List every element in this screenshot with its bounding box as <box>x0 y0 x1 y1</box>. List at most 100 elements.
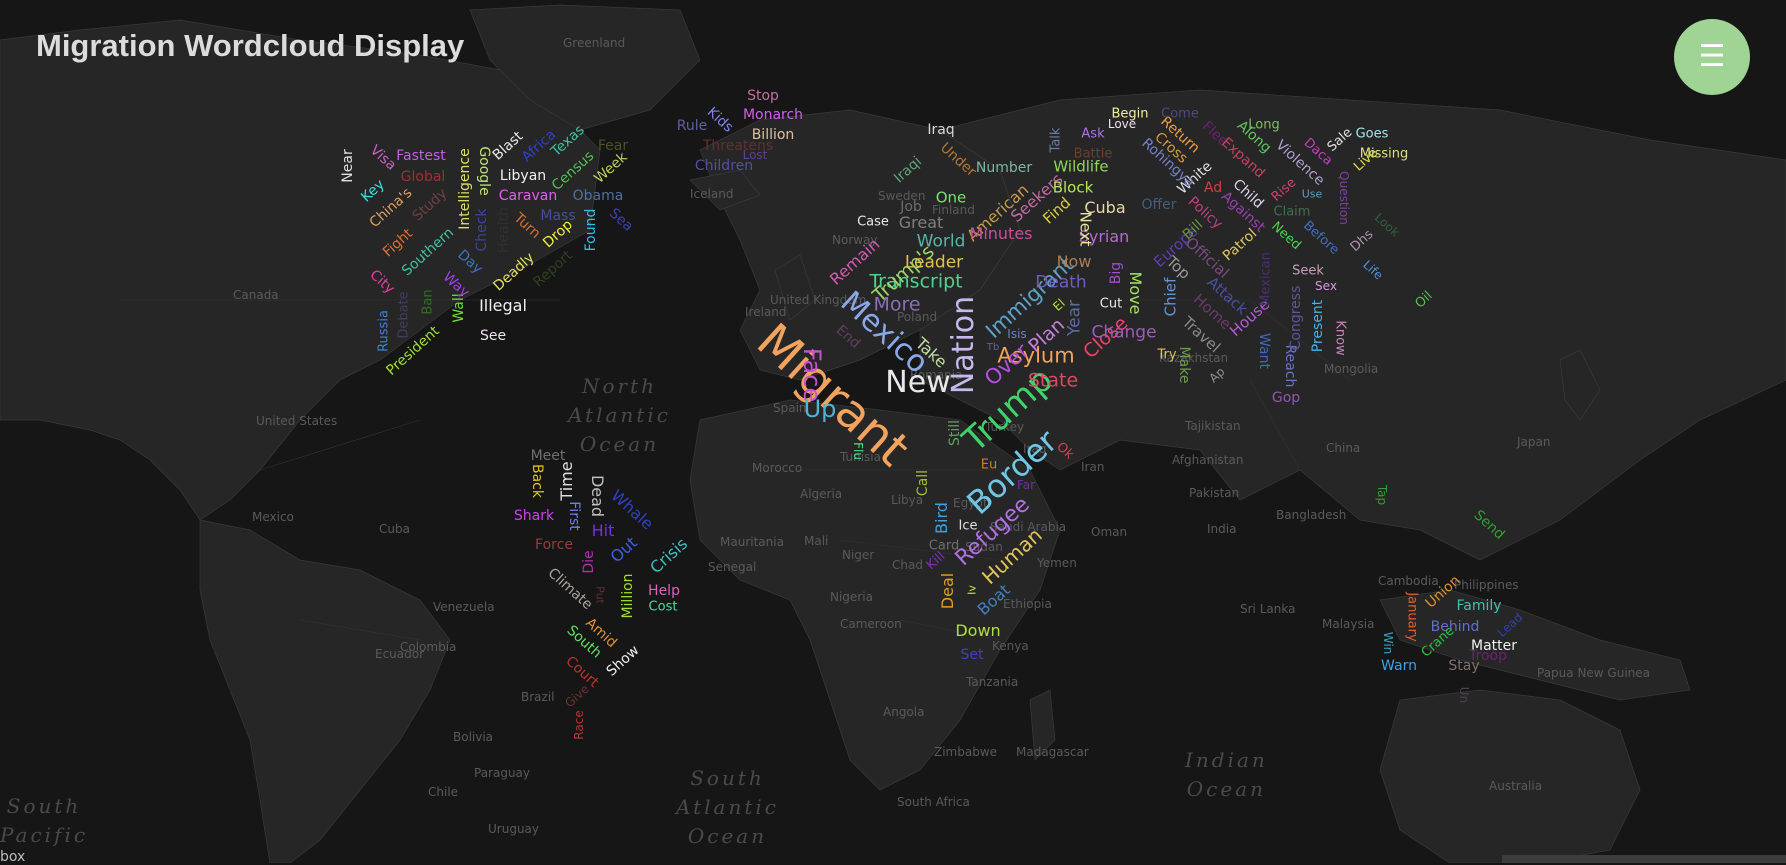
wordcloud-word[interactable]: Flu <box>851 442 865 460</box>
wordcloud-word[interactable]: State <box>1028 371 1078 391</box>
wordcloud-word[interactable]: Bird <box>932 502 951 534</box>
wordcloud-word[interactable]: Change <box>1091 324 1156 342</box>
wordcloud-word[interactable]: Try <box>1157 349 1176 362</box>
wordcloud-word[interactable]: Eu <box>981 459 997 472</box>
wordcloud-word[interactable]: Win <box>1381 632 1395 655</box>
wordcloud-word[interactable]: Case <box>857 216 889 229</box>
wordcloud-word[interactable]: Obama <box>573 189 624 203</box>
wordcloud-word[interactable]: Next <box>1077 212 1095 247</box>
wordcloud-word[interactable]: Down <box>955 623 1000 639</box>
wordcloud-word[interactable]: Cost <box>649 601 678 614</box>
wordcloud-word[interactable]: Missing <box>1360 148 1408 161</box>
wordcloud-word[interactable]: Ice <box>959 520 978 533</box>
wordcloud-word[interactable]: Sex <box>1315 280 1337 292</box>
wordcloud-word[interactable]: Iraq <box>927 123 954 137</box>
wordcloud-word[interactable]: Death <box>1035 274 1086 292</box>
wordcloud-word[interactable]: Intelligence <box>457 148 473 229</box>
wordcloud-word[interactable]: Love <box>1108 118 1136 130</box>
wordcloud-word[interactable]: Face <box>798 348 826 402</box>
wordcloud-word[interactable]: Debate <box>397 291 412 338</box>
wordcloud-word[interactable]: Stop <box>747 89 779 103</box>
wordcloud-word[interactable]: Big <box>1108 262 1124 284</box>
wordcloud-word[interactable]: Card <box>929 540 959 553</box>
wordcloud-word[interactable]: Deal <box>938 573 957 609</box>
wordcloud-word[interactable]: Ask <box>1081 128 1104 141</box>
wordcloud-word[interactable]: More <box>873 295 920 315</box>
wordcloud-word[interactable]: Stay <box>1448 659 1479 673</box>
wordcloud-word[interactable]: Year <box>1065 300 1085 336</box>
wordcloud-word[interactable]: One <box>936 190 967 206</box>
wordcloud-word[interactable]: World <box>917 233 966 251</box>
wordcloud-word[interactable]: Far <box>1017 479 1035 491</box>
wordcloud-word[interactable]: Caravan <box>499 189 557 203</box>
wordcloud-word[interactable]: Come <box>1161 108 1199 121</box>
wordcloud-word[interactable]: Hit <box>592 523 615 539</box>
wordcloud-word[interactable]: Call <box>915 470 931 496</box>
wordcloud-word[interactable]: Global <box>401 170 446 184</box>
wordcloud-word[interactable]: Warn <box>1381 659 1417 673</box>
wordcloud-word[interactable]: January <box>1405 592 1420 641</box>
wordcloud-word[interactable]: Goes <box>1356 128 1389 141</box>
wordcloud-word[interactable]: Offer <box>1141 198 1176 212</box>
wordcloud-word[interactable]: Help <box>648 584 680 598</box>
wordcloud-word[interactable]: Children <box>695 159 753 173</box>
wordcloud-word[interactable]: Google <box>476 146 492 195</box>
wordcloud-word[interactable]: Threatens <box>703 139 773 153</box>
wordcloud-word[interactable]: Nation <box>946 296 981 394</box>
wordcloud-word[interactable]: Talk <box>1049 128 1064 153</box>
wordcloud-word[interactable]: Shark <box>514 509 554 523</box>
wordcloud-word[interactable]: Congress <box>1288 286 1304 351</box>
wordcloud-word[interactable]: Monarch <box>743 108 803 122</box>
wordcloud-word[interactable]: Force <box>535 538 573 552</box>
wordcloud-word[interactable]: Set <box>961 648 984 662</box>
wordcloud-word[interactable]: Question <box>1337 171 1351 225</box>
wordcloud-word[interactable]: Dead <box>588 475 607 517</box>
wordcloud-word[interactable]: Now <box>1057 254 1092 270</box>
wordcloud-word[interactable]: Claim <box>1274 206 1311 219</box>
wordcloud-word[interactable]: Race <box>572 710 586 739</box>
wordcloud-word[interactable]: Chief <box>1162 278 1180 317</box>
wordcloud-word[interactable]: Ban <box>421 289 436 314</box>
wordcloud-word[interactable]: Put <box>594 586 607 604</box>
horizontal-scrollbar[interactable] <box>1502 855 1786 863</box>
wordcloud-word[interactable]: Fear <box>598 139 628 153</box>
wordcloud-word[interactable]: Mexican <box>1259 252 1274 306</box>
wordcloud-word[interactable]: Illegal <box>479 298 527 314</box>
wordcloud-word[interactable]: Found <box>583 209 599 252</box>
wordcloud-word[interactable]: Russia <box>377 310 392 352</box>
wordcloud-word[interactable]: Move <box>1126 272 1145 315</box>
wordcloud-word[interactable]: Seek <box>1292 265 1324 278</box>
menu-button[interactable]: ☰ <box>1674 19 1750 95</box>
world-map[interactable]: Greenland Canada United States Mexico Cu… <box>0 0 1786 863</box>
wordcloud-word[interactable]: Check <box>474 208 490 251</box>
wordcloud-word[interactable]: Back <box>529 464 545 498</box>
wordcloud-word[interactable]: Want <box>1256 333 1272 369</box>
wordcloud-word[interactable]: Wildlife <box>1053 159 1108 175</box>
wordcloud-word[interactable]: Present <box>1310 300 1326 353</box>
wordcloud-word[interactable]: Fastest <box>396 149 446 163</box>
wordcloud-word[interactable]: Die <box>581 550 597 573</box>
wordcloud-word[interactable]: First <box>566 501 582 530</box>
wordcloud-word[interactable]: Ad <box>1204 181 1222 195</box>
wordcloud-word[interactable]: Family <box>1456 599 1501 613</box>
wordcloud-word[interactable]: Un <box>1457 687 1471 703</box>
wordcloud-word[interactable]: Health <box>496 207 512 253</box>
wordcloud-word[interactable]: Still <box>947 420 963 446</box>
wordcloud-word[interactable]: Up <box>804 397 837 421</box>
wordcloud-word[interactable]: Libyan <box>500 169 546 183</box>
wordcloud-word[interactable]: Time <box>557 461 576 500</box>
wordcloud-word[interactable]: Number <box>976 161 1032 175</box>
wordcloud-word[interactable]: Know <box>1333 320 1348 355</box>
wordcloud-word[interactable]: Iv <box>966 585 979 595</box>
wordcloud-word[interactable]: Great <box>899 215 944 231</box>
wordcloud-word[interactable]: Reach <box>1282 345 1298 388</box>
wordcloud-word[interactable]: Isis <box>1007 328 1026 340</box>
wordcloud-word[interactable]: Minutes <box>970 226 1033 242</box>
wordcloud-word[interactable]: Mass <box>540 209 575 223</box>
wordcloud-word[interactable]: Tap <box>1375 485 1389 505</box>
wordcloud-word[interactable]: Use <box>1302 189 1323 200</box>
wordcloud-word[interactable]: Gop <box>1272 391 1300 405</box>
wordcloud-word[interactable]: Million <box>620 573 636 618</box>
wordcloud-word[interactable]: Job <box>900 200 922 214</box>
wordcloud-word[interactable]: Tb <box>987 343 999 353</box>
